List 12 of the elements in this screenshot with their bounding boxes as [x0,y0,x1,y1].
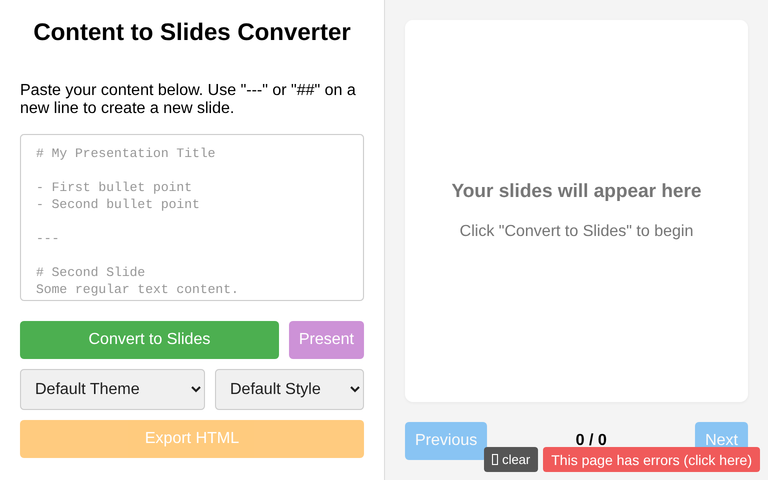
content-input-field[interactable]: # My Presentation Title - First bullet point - Second bullet point --- # Second Slide Some regular text content. [20,134,364,301]
missing-glyph-icon [492,454,498,465]
error-toast[interactable]: This page has errors (click here) [543,447,760,472]
placeholder-hint: Click "Convert to Slides" to begin [460,223,694,241]
convert-button[interactable]: Convert to Slides [20,321,279,359]
slide-counter: 0 / 0 [576,432,607,450]
dropdown-select[interactable]: Default Theme [20,369,205,410]
dropdown-select[interactable]: Default Style [215,369,364,410]
clear-toast[interactable]: clear [484,447,538,472]
instructions-text: Paste your content below. Use "---" or "##" on a new line to create a new slide. [20,82,357,118]
placeholder-heading: Your slides will appear here [452,181,702,203]
app-title: Content to Slides Converter [32,19,352,47]
